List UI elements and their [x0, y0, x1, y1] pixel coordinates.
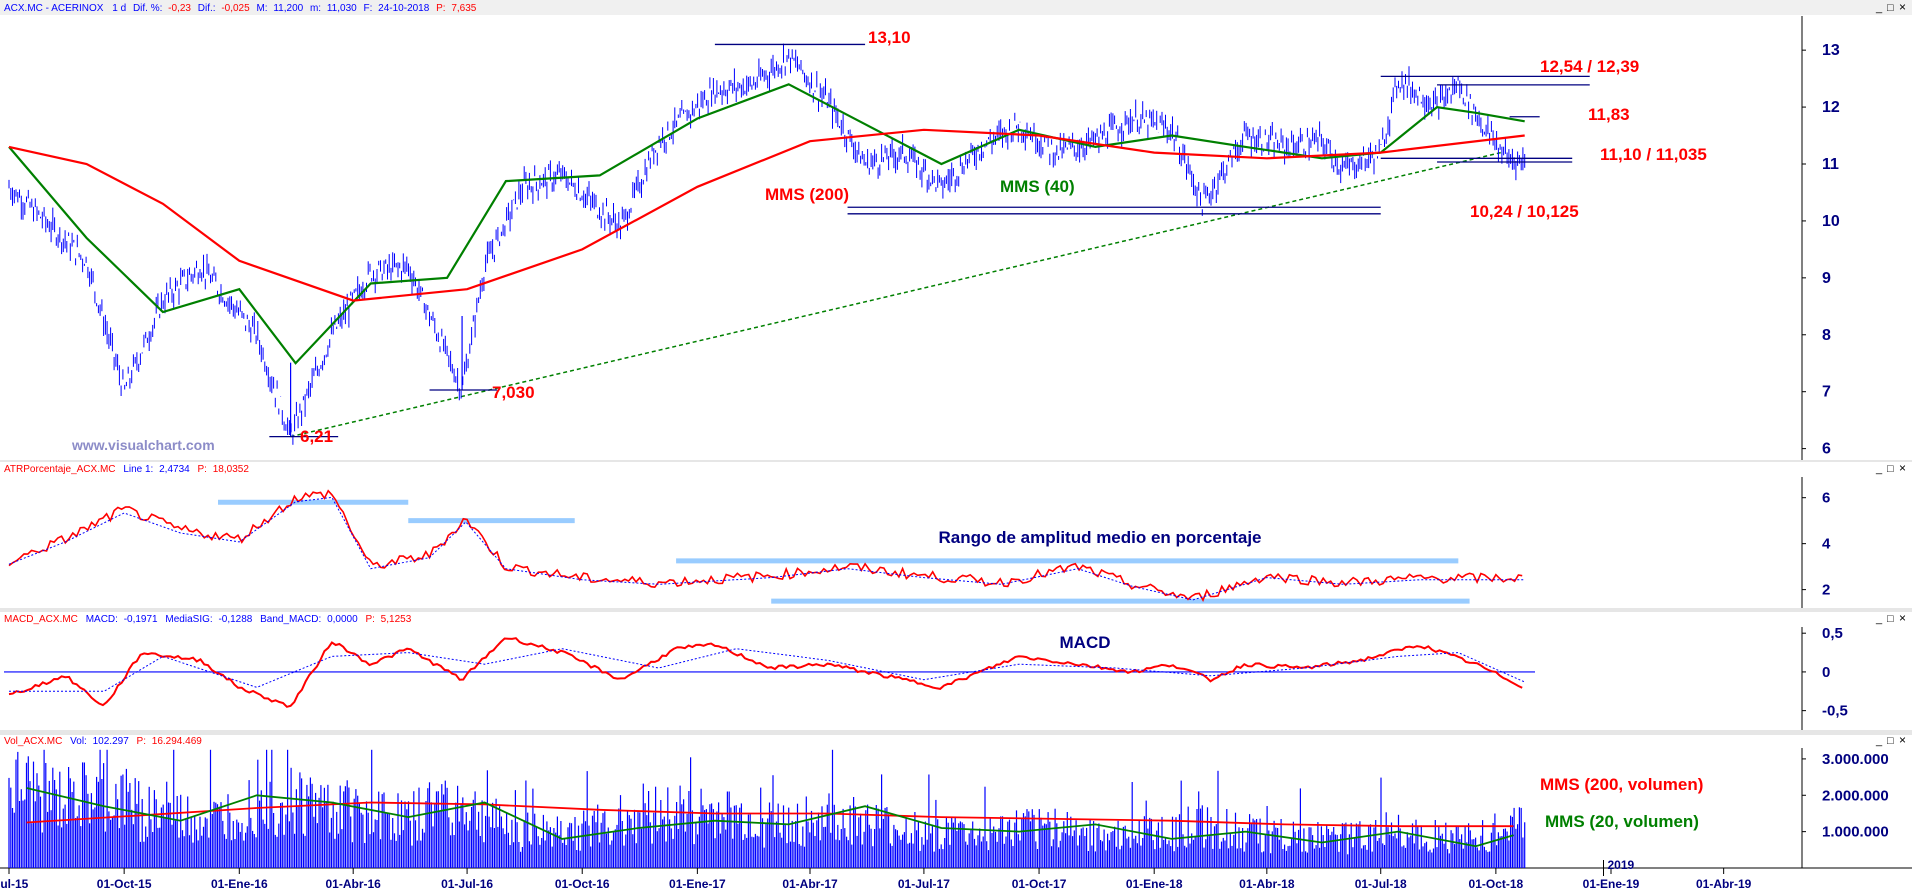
atr-close-button[interactable]: ×	[1899, 461, 1906, 475]
y-tick-label: 2.000.000	[1822, 787, 1889, 804]
macd-header: MACD_ACX.MC MACD: -0,1971 MediaSIG: -0,1…	[4, 614, 412, 625]
annotation-label: 6,21	[300, 427, 333, 446]
chart-canvas: ACX.MC - ACERINOX 1 d Dif. %: -0,23 Dif.…	[0, 0, 1912, 891]
x-tick-label: 01-Ene-17	[669, 877, 726, 891]
macd-close-button[interactable]: ×	[1899, 611, 1906, 625]
atr-signal-line	[8, 496, 1525, 601]
panel-separator	[0, 730, 1912, 735]
y-tick-label: 4	[1822, 536, 1831, 553]
volume-sma200-label: MMS (200, volumen)	[1540, 775, 1703, 794]
x-tick-label: -Jul-15	[0, 877, 29, 891]
y-tick-label: 13	[1822, 42, 1840, 59]
x-tick-label: 01-Ene-16	[211, 877, 268, 891]
annotation-label: 11,10 / 11,035	[1600, 145, 1707, 164]
x-tick-label: 01-Abr-16	[326, 877, 382, 891]
y-tick-label: 6	[1822, 490, 1830, 507]
x-tick-label: 01-Abr-18	[1239, 877, 1295, 891]
annotation-label: 13,10	[868, 28, 911, 47]
x-tick-label: 01-Jul-18	[1355, 877, 1407, 891]
year-marker-label: 2019	[1608, 858, 1635, 872]
trend-line	[290, 151, 1502, 438]
annotation-label: 12,54 / 12,39	[1540, 57, 1639, 76]
volume-sma20-label: MMS (20, volumen)	[1545, 812, 1699, 831]
y-tick-label: 1.000.000	[1822, 824, 1889, 841]
y-tick-label: 2	[1822, 582, 1830, 599]
x-tick-label: 01-Oct-17	[1012, 877, 1067, 891]
panel-frames	[0, 16, 1912, 869]
y-tick-label: 12	[1822, 99, 1840, 116]
x-tick-label: 01-Oct-15	[97, 877, 152, 891]
annotation-label: MMS (40)	[1000, 177, 1075, 196]
atr-window-controls: _ □ ×	[1875, 461, 1906, 475]
y-tick-label: 0,5	[1822, 625, 1843, 642]
y-tick-label: 8	[1822, 327, 1831, 344]
atr-line	[8, 489, 1523, 602]
volume-close-button[interactable]: ×	[1899, 733, 1906, 747]
annotation-label: 11,83	[1588, 105, 1630, 124]
watermark: www.visualchart.com	[71, 437, 215, 453]
macd-signal-line	[9, 648, 1525, 692]
volume-window-controls: _ □ ×	[1875, 733, 1906, 747]
atr-minimize-button[interactable]: _	[1875, 463, 1883, 475]
panel-separator	[0, 460, 1912, 462]
atr-title: Rango de amplitud medio en porcentaje	[938, 528, 1261, 547]
restore-button[interactable]: □	[1887, 2, 1894, 14]
y-tick-label: 10	[1822, 213, 1840, 230]
y-tick-label: 0	[1822, 664, 1830, 681]
sma40-line	[8, 83, 1525, 365]
volume-header: Vol_ACX.MC Vol: 102.297 P: 16.294.469	[4, 736, 202, 747]
y-tick-label: 9	[1822, 270, 1831, 287]
window-controls: _ □ ×	[1875, 0, 1906, 14]
x-tick-label: 01-Ene-18	[1126, 877, 1183, 891]
y-tick-label: 6	[1822, 441, 1831, 458]
atr-header-bar	[0, 462, 1912, 475]
minimize-button[interactable]: _	[1875, 2, 1883, 14]
panel-separator	[0, 608, 1912, 612]
price-header: ACX.MC - ACERINOX 1 d Dif. %: -0,23 Dif.…	[4, 3, 477, 14]
annotation-label: 10,24 / 10,125	[1470, 202, 1579, 221]
atr-restore-button[interactable]: □	[1887, 463, 1894, 475]
x-tick-label: 01-Jul-16	[441, 877, 493, 891]
x-tick-label: 01-Oct-18	[1469, 877, 1524, 891]
x-tick-label: 01-Ene-19	[1583, 877, 1640, 891]
x-tick-label: 01-Oct-16	[555, 877, 610, 891]
macd-window-controls: _ □ ×	[1875, 611, 1906, 625]
macd-title: MACD	[1060, 633, 1111, 652]
y-tick-label: 3.000.000	[1822, 751, 1889, 768]
volume-minimize-button[interactable]: _	[1875, 735, 1883, 747]
atr-header: ATRPorcentaje_ACX.MC Line 1: 2,4734 P: 1…	[4, 464, 249, 475]
annotation-label: MMS (200)	[765, 185, 849, 204]
price-bars	[8, 43, 1526, 445]
close-button[interactable]: ×	[1899, 0, 1906, 14]
macd-restore-button[interactable]: □	[1887, 613, 1894, 625]
x-tick-label: 01-Abr-19	[1696, 877, 1752, 891]
plot-area: 13 12 11 10 9 8 7 6 6 4 2 0,5 0 -0,5 3.000.000 2.000.00…	[0, 28, 1889, 891]
x-tick-label: 01-Abr-17	[782, 877, 838, 891]
y-tick-label: 11	[1822, 156, 1839, 173]
y-tick-label: -0,5	[1822, 703, 1848, 720]
x-tick-label: 01-Jul-17	[898, 877, 950, 891]
volume-restore-button[interactable]: □	[1887, 735, 1894, 747]
annotation-label: 7,030	[492, 383, 535, 402]
y-tick-label: 7	[1822, 384, 1831, 401]
macd-minimize-button[interactable]: _	[1875, 613, 1883, 625]
